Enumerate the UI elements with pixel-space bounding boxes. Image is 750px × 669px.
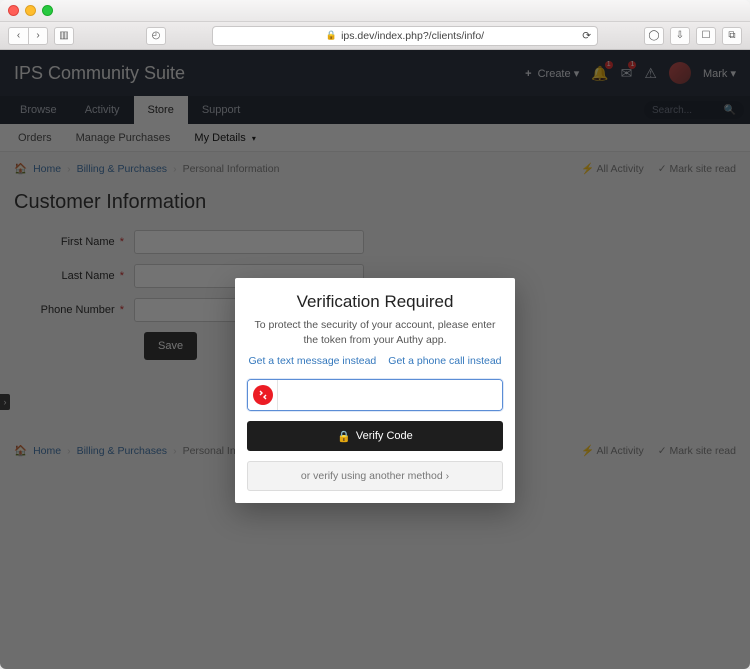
macos-titlebar: [0, 0, 750, 22]
close-window-button[interactable]: [8, 5, 19, 16]
privacy-button[interactable]: ◯: [644, 27, 664, 45]
lock-icon: 🔒: [326, 30, 337, 41]
minimize-window-button[interactable]: [25, 5, 36, 16]
modal-description: To protect the security of your account,…: [247, 318, 503, 355]
app-content: IPS Community Suite + Create ▾ 🔔 1 ✉ 1 ⚠…: [0, 50, 750, 669]
authy-icon: [248, 380, 278, 410]
address-bar[interactable]: 🔒 ips.dev/index.php?/clients/info/ ⟳: [212, 26, 598, 46]
share-button[interactable]: ☐: [696, 27, 716, 45]
back-button[interactable]: ‹: [8, 27, 28, 45]
maximize-window-button[interactable]: [42, 5, 53, 16]
modal-alt-links: Get a text message instead Get a phone c…: [247, 355, 503, 367]
reload-icon[interactable]: ⟳: [582, 30, 591, 42]
verify-code-button[interactable]: 🔒 Verify Code: [247, 421, 503, 451]
browser-toolbar: ‹ › ▥ ◴ 🔒 ips.dev/index.php?/clients/inf…: [0, 22, 750, 50]
nav-back-forward: ‹ ›: [8, 27, 48, 45]
code-input-group: [247, 379, 503, 411]
reader-button[interactable]: ◴: [146, 27, 166, 45]
code-input[interactable]: [278, 380, 502, 410]
sidebar-toggle-button[interactable]: ▥: [54, 27, 74, 45]
alt-method-button[interactable]: or verify using another method ›: [247, 461, 503, 491]
verification-modal: Verification Required To protect the sec…: [235, 278, 515, 503]
modal-title: Verification Required: [247, 292, 503, 312]
forward-button[interactable]: ›: [28, 27, 48, 45]
text-message-link[interactable]: Get a text message instead: [248, 355, 376, 367]
lock-icon: 🔒: [337, 430, 351, 443]
traffic-lights: [8, 5, 53, 16]
phone-call-link[interactable]: Get a phone call instead: [388, 355, 501, 367]
url-text: ips.dev/index.php?/clients/info/: [341, 30, 484, 42]
browser-window: ‹ › ▥ ◴ 🔒 ips.dev/index.php?/clients/inf…: [0, 0, 750, 669]
downloads-button[interactable]: ⇩: [670, 27, 690, 45]
tabs-button[interactable]: ⧉: [722, 27, 742, 45]
